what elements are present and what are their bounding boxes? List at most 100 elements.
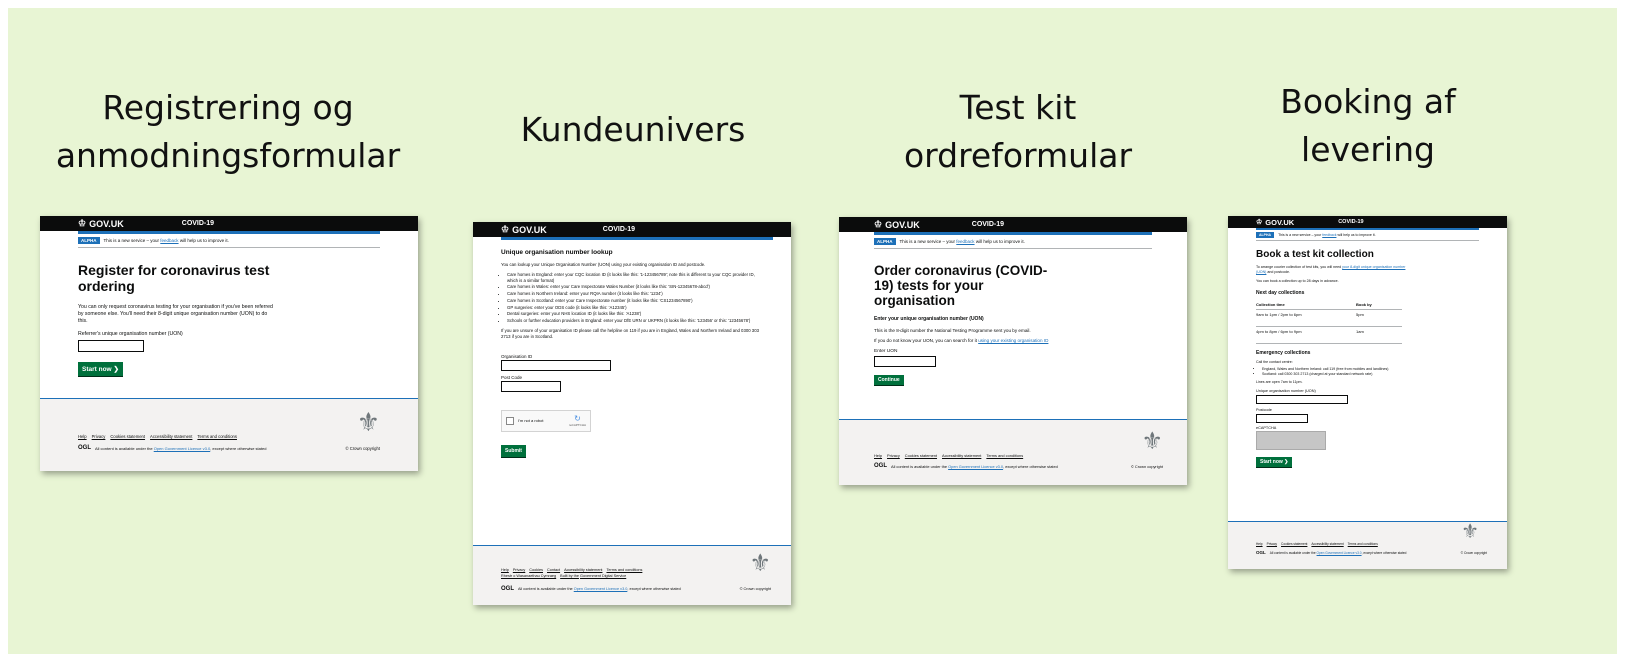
footer: Help Privacy Cookies statement Accessibi… xyxy=(40,398,418,471)
footer-link-privacy[interactable]: Privacy xyxy=(887,453,900,458)
govuk-logo[interactable]: GOV.UK xyxy=(885,220,920,230)
header-blue-bar xyxy=(1256,228,1479,230)
footer-link-privacy[interactable]: Privacy xyxy=(1267,542,1277,546)
phase-banner: ALPHA This is a new service – your feedb… xyxy=(874,238,1152,249)
recaptcha-widget[interactable]: I'm not a robot ↻ reCAPTCHA xyxy=(501,409,591,432)
phase-text-pre: This is a new service – your xyxy=(103,238,160,243)
service-name[interactable]: COVID-19 xyxy=(603,226,635,233)
list-item: Scotland: call 0300 303 2713 (charged at… xyxy=(1262,372,1411,377)
footer-link-accessibility[interactable]: Accessibility statement xyxy=(564,568,602,572)
feedback-link[interactable]: feedback xyxy=(160,238,178,243)
license-post: , except where otherwise stated xyxy=(1003,463,1058,469)
start-now-label: Start now xyxy=(1260,458,1283,465)
licence-link[interactable]: Open Government Licence v3.0 xyxy=(154,446,210,451)
column-header: Collection time xyxy=(1256,299,1356,310)
uon-label: Enter UON xyxy=(874,349,898,354)
footer: Help Privacy Cookies statement Accessibi… xyxy=(1228,521,1507,569)
footer-link-cookies[interactable]: Cookies statement xyxy=(905,453,937,458)
recaptcha-brand: reCAPTCHA xyxy=(568,422,586,427)
uon-input[interactable] xyxy=(1256,394,1348,404)
gds-link[interactable]: Government Digital Service xyxy=(580,574,626,578)
organisation-id-input[interactable] xyxy=(501,359,611,371)
footer-link-help[interactable]: Help xyxy=(78,434,87,439)
postcode-label: Post Code xyxy=(501,374,523,380)
service-name[interactable]: COVID-19 xyxy=(972,221,1004,228)
licence-link[interactable]: Open Government Licence v3.0 xyxy=(1317,551,1362,555)
footer-link-contact[interactable]: Contact xyxy=(547,568,560,572)
footer-link-terms[interactable]: Terms and conditions xyxy=(197,434,237,439)
postcode-input[interactable] xyxy=(1256,413,1308,423)
header-blue-bar xyxy=(874,232,1152,235)
start-now-button[interactable]: Start now ❯ xyxy=(1256,456,1293,467)
footer-link-terms[interactable]: Terms and conditions xyxy=(606,568,642,572)
title-line: anmodningsformular xyxy=(55,136,401,175)
feedback-link[interactable]: feedback xyxy=(1322,233,1336,237)
list-item: Dental surgeries: enter your NHS locatio… xyxy=(507,311,761,317)
column-title-registration: Registrering og anmodningsformular xyxy=(38,84,418,180)
lookup-link[interactable]: using your existing organisation ID xyxy=(978,338,1048,343)
royal-crest-icon: ⚜ xyxy=(356,407,380,437)
footer-link-welsh[interactable]: Rhestr o Wasanaethau Cymraeg xyxy=(501,574,556,578)
column-title-test-kit-order: Test kit ordreformular xyxy=(833,84,1203,180)
page-title: Register for coronavirus test ordering xyxy=(78,262,270,294)
license-pre: All content is available under the xyxy=(518,587,573,591)
govuk-logo[interactable]: GOV.UK xyxy=(512,225,547,235)
licence-text: OGL All content is available under the O… xyxy=(874,463,1058,469)
postcode-label: Postcode xyxy=(1256,407,1272,412)
service-name[interactable]: COVID-19 xyxy=(182,220,214,227)
footer-link-privacy[interactable]: Privacy xyxy=(92,434,106,439)
crown-copyright[interactable]: © Crown copyright xyxy=(1461,551,1487,555)
column-title-customer-universe: Kundeunivers xyxy=(448,106,818,154)
footer-link-accessibility[interactable]: Accessibility statement xyxy=(150,434,192,439)
footer-link-help[interactable]: Help xyxy=(501,568,509,572)
captcha-image[interactable] xyxy=(1256,430,1326,450)
footer-link-cookies[interactable]: Cookies xyxy=(529,568,543,572)
advance-text: You can book a collection up to 28 days … xyxy=(1256,278,1339,283)
intro-text: You can lookup your Unique Organisation … xyxy=(501,262,706,267)
footer-link-accessibility[interactable]: Accessibility statement xyxy=(942,453,981,458)
crown-copyright[interactable]: © Crown copyright xyxy=(345,446,380,451)
licence-text: OGL All content is available under the O… xyxy=(1256,550,1406,555)
start-now-button[interactable]: Start now ❯ xyxy=(78,362,123,376)
footer-link-help[interactable]: Help xyxy=(874,453,882,458)
footer-link-cookies[interactable]: Cookies statement xyxy=(110,434,145,439)
list-item: Care homes in Scotland: enter your Care … xyxy=(507,298,761,304)
submit-button[interactable]: Submit xyxy=(501,444,526,457)
govuk-header: ♔ GOV.UK COVID-19 xyxy=(1228,216,1507,228)
header-blue-bar xyxy=(78,231,380,234)
captcha-label: eCAPTCHA xyxy=(1256,425,1277,430)
footer-link-accessibility[interactable]: Accessibility statement xyxy=(1311,542,1343,546)
phase-text-post: will help us to improve it. xyxy=(179,238,229,243)
footer-link-privacy[interactable]: Privacy xyxy=(513,568,525,572)
govuk-header: ♔ GOV.UK COVID-19 xyxy=(40,216,418,231)
service-name[interactable]: COVID-19 xyxy=(1338,219,1363,225)
crown-copyright[interactable]: © Crown copyright xyxy=(1131,464,1163,469)
screenshot-register: ♔ GOV.UK COVID-19 ALPHA This is a new se… xyxy=(40,216,418,471)
licence-text: OGL All content is available under the O… xyxy=(78,445,266,451)
continue-button[interactable]: Continue xyxy=(874,375,904,385)
licence-link[interactable]: Open Government Licence v3.0 xyxy=(574,587,628,591)
govuk-logo[interactable]: GOV.UK xyxy=(89,219,124,229)
uon-help: If you do not know your UON, you can sea… xyxy=(874,338,1049,344)
screenshot-book-collection: ♔ GOV.UK COVID-19 ALPHA This is a new se… xyxy=(1228,216,1507,569)
uon-input[interactable] xyxy=(874,356,936,367)
footer-links-secondary: Rhestr o Wasanaethau Cymraeg Built by th… xyxy=(501,574,626,578)
footer-link-cookies[interactable]: Cookies statement xyxy=(1281,542,1307,546)
captcha-checkbox[interactable] xyxy=(506,416,514,425)
footer-link-help[interactable]: Help xyxy=(1256,542,1263,546)
crown-copyright[interactable]: © Crown copyright xyxy=(740,587,771,591)
postcode-input[interactable] xyxy=(501,380,561,392)
footer-link-terms[interactable]: Terms and conditions xyxy=(1348,542,1378,546)
feedback-link[interactable]: feedback xyxy=(956,239,974,244)
govuk-logo[interactable]: GOV.UK xyxy=(1265,218,1294,227)
ogl-logo: OGL xyxy=(78,445,91,451)
phase-tag: ALPHA xyxy=(874,238,896,245)
intro-text: You can only request coronavirus testing… xyxy=(78,304,273,324)
ogl-logo: OGL xyxy=(874,463,887,469)
phase-text-post: will help us to improve it. xyxy=(975,239,1025,244)
footer-links: Help Privacy Cookies statement Accessibi… xyxy=(1256,542,1378,546)
uon-input[interactable] xyxy=(78,340,144,352)
footer-link-terms[interactable]: Terms and conditions xyxy=(986,453,1023,458)
licence-link[interactable]: Open Government Licence v3.0 xyxy=(948,464,1003,469)
intro-post: and postcode. xyxy=(1267,269,1290,274)
